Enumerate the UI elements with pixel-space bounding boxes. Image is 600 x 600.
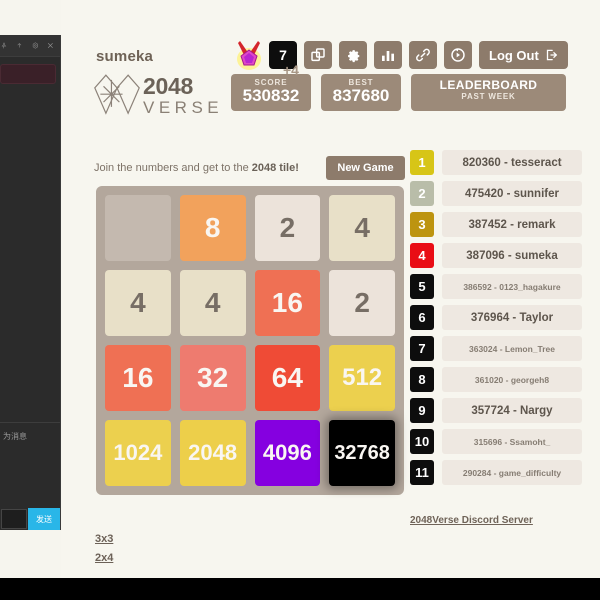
tile-4: 4 xyxy=(329,195,395,261)
logo-text-secondary: VERSE xyxy=(143,97,224,117)
chat-hint-text: 为消息 xyxy=(3,432,27,441)
chat-input[interactable] xyxy=(1,509,27,529)
leaderboard-entry-text: 290284 - game_difficulty xyxy=(442,460,582,485)
tile-2: 2 xyxy=(254,195,321,261)
discord-link[interactable]: 2048Verse Discord Server xyxy=(410,515,533,526)
leaderboard-row[interactable]: 10 315696 - Ssamoht_ xyxy=(410,429,582,454)
username-label: sumeka xyxy=(96,48,154,65)
score-box: +4 SCORE 530832 xyxy=(231,62,311,111)
logout-button[interactable]: Log Out xyxy=(479,41,568,69)
leaderboard-rank: 9 xyxy=(410,398,434,423)
tile-8: 8 xyxy=(179,195,246,261)
leaderboard-row[interactable]: 4 387096 - sumeka xyxy=(410,243,582,268)
leaderboard-entry-text: 376964 - Taylor xyxy=(442,305,582,330)
game-board[interactable]: 8 2 4 4 4 16 2 16 32 64 512 1024 2048 4096 32768 xyxy=(96,186,404,495)
pin-icon[interactable] xyxy=(0,40,7,51)
tile-32: 32 xyxy=(179,345,246,411)
tagline-prefix: Join the numbers and get to the xyxy=(94,162,252,174)
logo-text-primary: 2048 xyxy=(143,72,193,99)
leaderboard-button[interactable]: LEADERBOARD PAST WEEK xyxy=(411,74,566,111)
upload-icon[interactable] xyxy=(16,40,23,51)
leaderboard-row[interactable]: 2 475420 - sunnifer xyxy=(410,181,582,206)
logout-label: Log Out xyxy=(489,47,539,63)
leaderboard-entry-text: 387096 - sumeka xyxy=(442,243,582,268)
leaderboard-entry-text: 357724 - Nargy xyxy=(442,398,582,423)
leaderboard-entry-text: 475420 - sunnifer xyxy=(442,181,582,206)
best-value: 837680 xyxy=(332,86,390,105)
tile-4: 4 xyxy=(179,270,246,336)
chat-input-row: 发送 xyxy=(0,508,60,530)
score-addition: +4 xyxy=(283,62,299,78)
tagline: Join the numbers and get to the 2048 til… xyxy=(94,162,299,174)
gear-icon[interactable] xyxy=(339,41,367,69)
bar-chart-icon[interactable] xyxy=(374,41,402,69)
chat-message-bubble xyxy=(0,64,56,84)
tile-2048: 2048 xyxy=(179,420,246,486)
verse-diamond-icon xyxy=(94,74,140,115)
tile-empty xyxy=(105,195,171,261)
tile-64: 64 xyxy=(254,345,321,411)
leaderboard-row[interactable]: 7 363024 - Lemon_Tree xyxy=(410,336,582,361)
bottom-bar xyxy=(0,578,600,600)
tile-512: 512 xyxy=(329,345,395,411)
tile-4: 4 xyxy=(105,270,171,336)
leaderboard-row[interactable]: 1 820360 - tesseract xyxy=(410,150,582,175)
undo-icon[interactable] xyxy=(444,41,472,69)
copy-icon[interactable] xyxy=(304,41,332,69)
tile-16: 16 xyxy=(105,345,171,411)
score-value: 530832 xyxy=(242,86,300,105)
leaderboard-title: LEADERBOARD xyxy=(439,78,538,92)
leaderboard-row[interactable]: 9 357724 - Nargy xyxy=(410,398,582,423)
leaderboard-rank: 7 xyxy=(410,336,434,361)
leaderboard-rank: 10 xyxy=(410,429,434,454)
tile-4096: 4096 xyxy=(254,420,321,486)
board-size-link-3x3[interactable]: 3x3 xyxy=(95,533,113,545)
leaderboard-entry-text: 820360 - tesseract xyxy=(442,150,582,175)
tagline-bold: 2048 tile! xyxy=(251,162,299,174)
tile-2: 2 xyxy=(329,270,395,336)
score-row: +4 SCORE 530832 BEST 837680 LEADERBOARD … xyxy=(231,62,566,111)
leaderboard-rank: 4 xyxy=(410,243,434,268)
settings-hex-icon[interactable] xyxy=(32,40,39,51)
chat-side-panel: 为消息 发送 xyxy=(0,35,61,530)
leaderboard-row[interactable]: 3 387452 - remark xyxy=(410,212,582,237)
close-icon[interactable] xyxy=(47,40,54,51)
leaderboard-row[interactable]: 8 361020 - georgeh8 xyxy=(410,367,582,392)
leaderboard-subtitle: PAST WEEK xyxy=(461,92,516,101)
leaderboard-rank: 8 xyxy=(410,367,434,392)
exit-icon xyxy=(546,49,557,61)
leaderboard-rank: 5 xyxy=(410,274,434,299)
leaderboard-entry-text: 387452 - remark xyxy=(442,212,582,237)
leaderboard-rank: 1 xyxy=(410,150,434,175)
best-box: BEST 837680 xyxy=(321,74,401,111)
game-page: sumeka 2048 VERSE 7 Log Out +4 SCORE 530… xyxy=(61,0,600,578)
tile-32768: 32768 xyxy=(329,420,395,486)
leaderboard-entry-text: 386592 - 0123_hagakure xyxy=(442,274,582,299)
leaderboard-list: 1 820360 - tesseract 2 475420 - sunnifer 3 38… xyxy=(410,150,582,491)
leaderboard-entry-text: 363024 - Lemon_Tree xyxy=(442,336,582,361)
chat-panel-toolbar xyxy=(0,35,60,57)
tile-1024: 1024 xyxy=(105,420,171,486)
board-size-links: 3x3 2x4 xyxy=(95,533,113,571)
link-icon[interactable] xyxy=(409,41,437,69)
leaderboard-rank: 2 xyxy=(410,181,434,206)
medal-icon[interactable] xyxy=(236,40,262,70)
leaderboard-row[interactable]: 6 376964 - Taylor xyxy=(410,305,582,330)
leaderboard-rank: 6 xyxy=(410,305,434,330)
leaderboard-row[interactable]: 5 386592 - 0123_hagakure xyxy=(410,274,582,299)
app-logo: 2048 VERSE xyxy=(93,72,223,118)
leaderboard-row[interactable]: 11 290284 - game_difficulty xyxy=(410,460,582,485)
leaderboard-rank: 3 xyxy=(410,212,434,237)
leaderboard-entry-text: 361020 - georgeh8 xyxy=(442,367,582,392)
board-size-link-2x4[interactable]: 2x4 xyxy=(95,552,113,564)
leaderboard-entry-text: 315696 - Ssamoht_ xyxy=(442,429,582,454)
chat-message-list xyxy=(0,84,60,414)
tile-16: 16 xyxy=(254,270,321,336)
new-game-button[interactable]: New Game xyxy=(326,156,405,180)
chat-send-button[interactable]: 发送 xyxy=(28,508,60,530)
leaderboard-rank: 11 xyxy=(410,460,434,485)
